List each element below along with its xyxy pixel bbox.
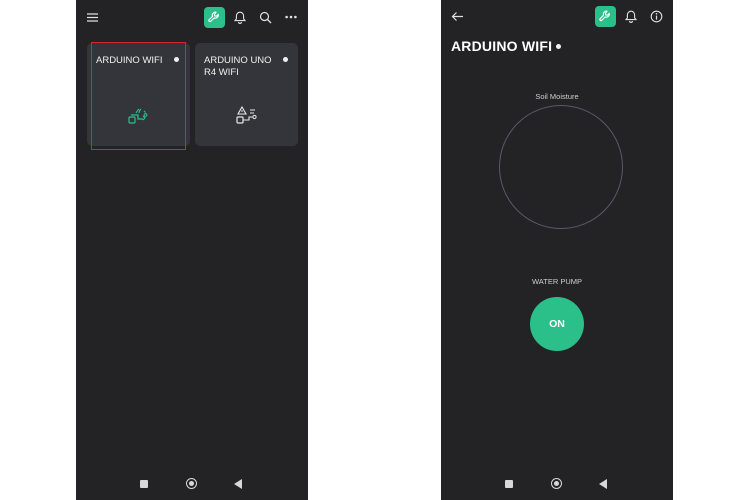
pump-label: WATER PUMP	[532, 277, 582, 286]
back-icon[interactable]	[234, 479, 242, 489]
pump-button-label: ON	[549, 318, 565, 330]
plant-watering-icon	[127, 107, 149, 130]
wrench-icon	[599, 10, 610, 22]
device-card-arduino-wifi[interactable]: ARDUINO WIFI	[87, 43, 190, 146]
status-dot	[556, 44, 561, 49]
device-dashboard-screen: ARDUINO WIFI Soil Moisture WATER PUMP ON	[441, 0, 673, 500]
device-name: ARDUINO UNO R4 WIFI	[204, 55, 272, 78]
page-title: ARDUINO WIFI	[451, 38, 553, 54]
device-name: ARDUINO WIFI	[96, 55, 163, 66]
wrench-icon	[208, 11, 219, 23]
home-icon[interactable]	[186, 478, 197, 489]
device-warning-icon	[235, 105, 259, 130]
gauge-label: Soil Moisture	[535, 92, 579, 101]
devices-screen: ARDUINO WIFI ARDUINO UNO R4 WIFI	[76, 0, 308, 500]
device-card-arduino-uno-r4-wifi[interactable]: ARDUINO UNO R4 WIFI	[195, 43, 298, 146]
system-navigation-bar	[76, 476, 308, 492]
soil-moisture-gauge	[499, 105, 623, 229]
menu-icon[interactable]	[87, 13, 98, 22]
recents-icon[interactable]	[505, 480, 513, 488]
back-icon[interactable]	[599, 479, 607, 489]
more-icon[interactable]	[285, 15, 297, 19]
search-icon[interactable]	[259, 11, 272, 24]
info-icon[interactable]	[650, 10, 663, 23]
bell-icon[interactable]	[625, 10, 637, 23]
water-pump-toggle-button[interactable]: ON	[530, 297, 584, 351]
recents-icon[interactable]	[140, 480, 148, 488]
bell-icon[interactable]	[234, 11, 246, 24]
back-arrow-icon[interactable]	[451, 11, 464, 22]
status-dot	[174, 57, 179, 62]
home-icon[interactable]	[551, 478, 562, 489]
status-dot	[283, 57, 288, 62]
developer-tools-button[interactable]	[204, 7, 225, 28]
developer-tools-button[interactable]	[595, 6, 616, 27]
system-navigation-bar	[441, 476, 673, 492]
